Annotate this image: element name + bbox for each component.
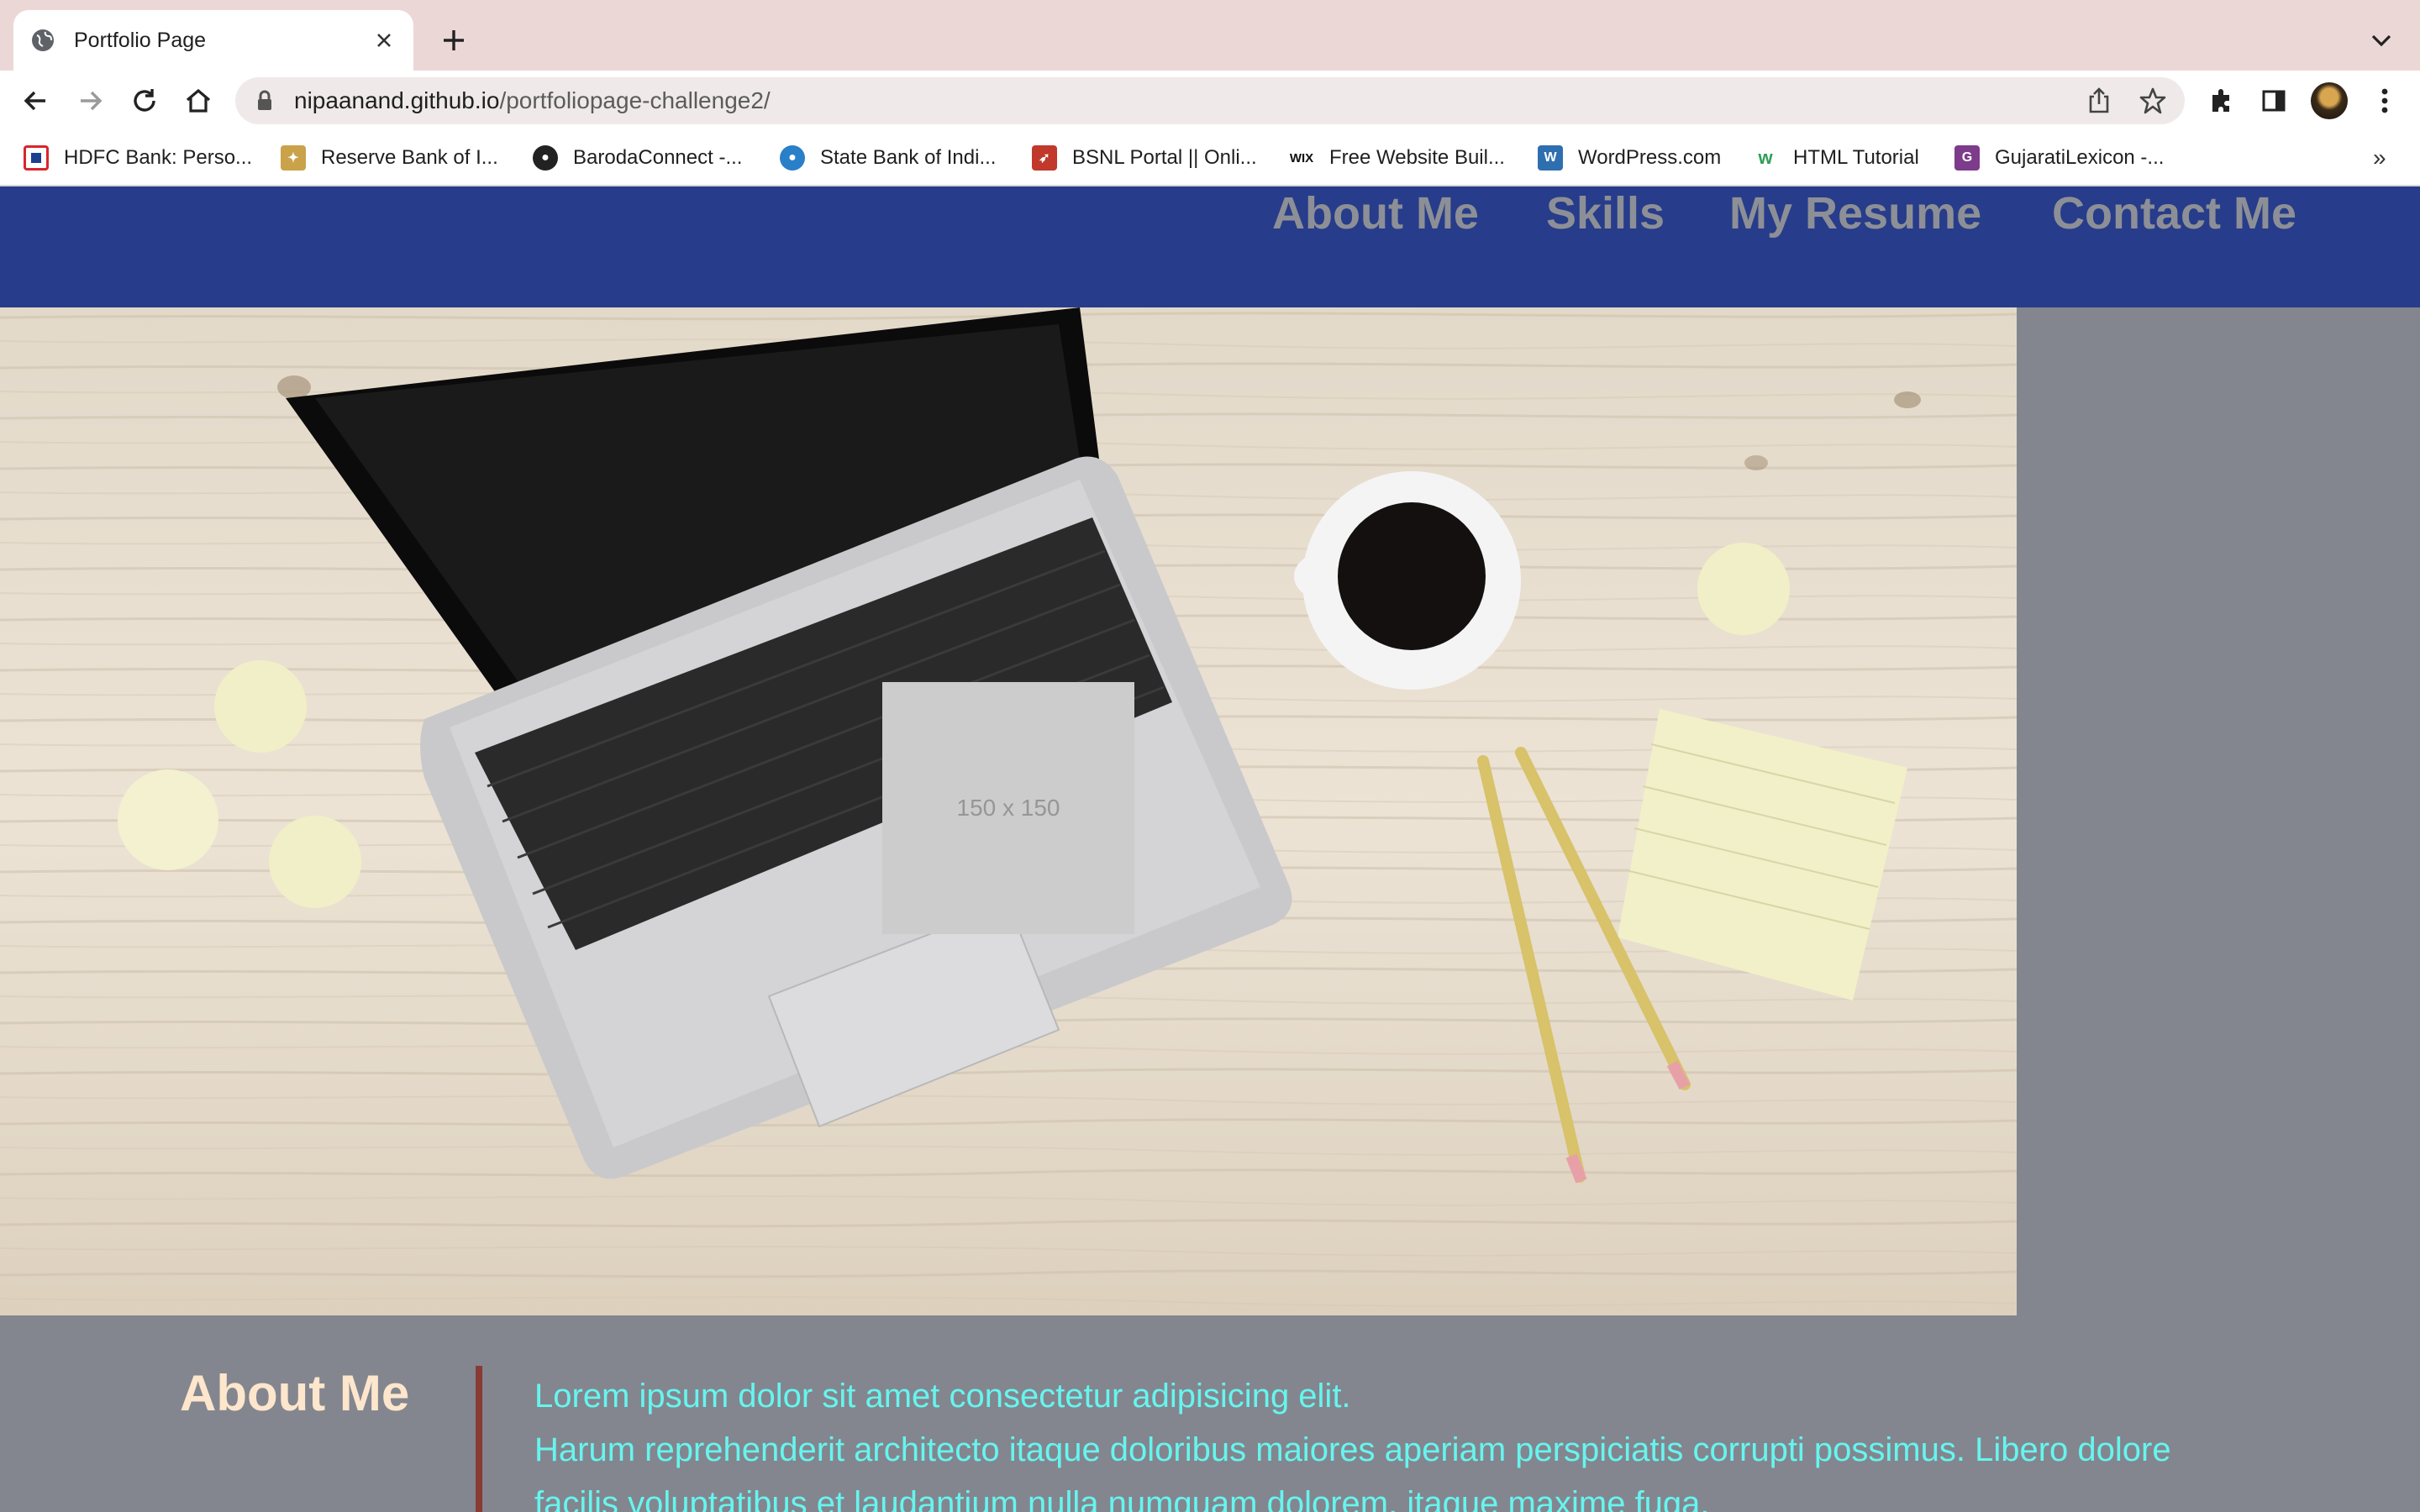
about-text: Lorem ipsum dolor sit amet consectetur a… [534, 1369, 2249, 1512]
w3schools-icon: w [1758, 147, 1773, 168]
globe-icon: ● [533, 145, 558, 171]
bookmark-label: Reserve Bank of I... [321, 146, 498, 169]
url-text: nipaanand.github.io/portfoliopage-challe… [294, 87, 771, 114]
bookmark-item[interactable]: ● State Bank of Indi... [780, 143, 996, 173]
sbi-icon: ● [780, 145, 805, 171]
nav-link-about-me[interactable]: About Me [1272, 186, 1479, 240]
bookmarks-overflow-icon[interactable]: » [2373, 144, 2386, 171]
bookmark-star-icon[interactable] [2138, 86, 2168, 116]
globe-icon [30, 28, 55, 53]
lock-icon [255, 90, 274, 112]
share-icon[interactable] [2084, 86, 2114, 116]
close-tab-icon[interactable] [371, 28, 397, 53]
hero-image: 150 x 150 [0, 307, 2017, 1315]
profile-avatar[interactable] [2311, 82, 2348, 119]
placeholder-image: 150 x 150 [882, 682, 1134, 934]
bookmark-label: BSNL Portal || Onli... [1072, 146, 1257, 169]
nav-link-contact-me[interactable]: Contact Me [2052, 186, 2296, 240]
new-tab-icon[interactable] [439, 25, 469, 55]
url-path: /portfoliopage-challenge2/ [499, 87, 771, 113]
nav-link-skills[interactable]: Skills [1546, 186, 1665, 240]
nav-link-my-resume[interactable]: My Resume [1729, 186, 1981, 240]
bookmark-item[interactable]: HDFC Bank: Perso... [24, 143, 252, 173]
about-line-1: Lorem ipsum dolor sit amet consectetur a… [534, 1378, 1351, 1415]
bookmark-item[interactable]: ● BarodaConnect -... [533, 143, 742, 173]
bookmark-item[interactable]: WIX Free Website Buil... [1289, 143, 1505, 173]
bookmark-label: HDFC Bank: Perso... [64, 146, 253, 169]
about-divider [476, 1366, 482, 1512]
browser-tab[interactable]: Portfolio Page [13, 10, 413, 71]
bookmark-item[interactable]: ➶ BSNL Portal || Onli... [1032, 143, 1257, 173]
bsnl-icon: ➶ [1032, 145, 1057, 171]
bookmark-label: WordPress.com [1578, 146, 1722, 169]
forward-icon[interactable] [74, 84, 108, 118]
bookmark-label: State Bank of Indi... [820, 146, 997, 169]
more-menu-icon[interactable] [2368, 84, 2402, 118]
gujaratilexicon-icon: G [1954, 145, 1980, 171]
address-bar[interactable]: nipaanand.github.io/portfoliopage-challe… [235, 77, 2185, 124]
bookmark-item[interactable]: w HTML Tutorial [1753, 143, 1919, 173]
bookmark-item[interactable]: W WordPress.com [1538, 143, 1721, 173]
bookmark-label: BarodaConnect -... [573, 146, 743, 169]
reload-icon[interactable] [128, 84, 161, 118]
bookmark-label: HTML Tutorial [1793, 146, 1919, 169]
wix-icon: WIX [1289, 150, 1314, 165]
back-icon[interactable] [18, 84, 52, 118]
about-line-2: Harum reprehenderit architecto itaque do… [534, 1431, 2171, 1512]
side-panel-icon[interactable] [2257, 84, 2291, 118]
rbi-icon: ✦ [281, 145, 306, 171]
bookmark-label: Free Website Buil... [1329, 146, 1505, 169]
bookmark-label: GujaratiLexicon -... [1995, 146, 2165, 169]
tab-title: Portfolio Page [74, 28, 207, 52]
bookmark-item[interactable]: G GujaratiLexicon -... [1954, 143, 2164, 173]
extensions-icon[interactable] [2205, 84, 2238, 118]
home-icon[interactable] [182, 84, 215, 118]
bookmark-item[interactable]: ✦ Reserve Bank of I... [281, 143, 498, 173]
wordpress-icon: W [1538, 145, 1563, 171]
hdfc-icon [24, 145, 49, 171]
chevron-down-icon[interactable] [2368, 29, 2395, 52]
url-host: nipaanand.github.io [294, 87, 500, 113]
about-heading: About Me [180, 1365, 410, 1421]
